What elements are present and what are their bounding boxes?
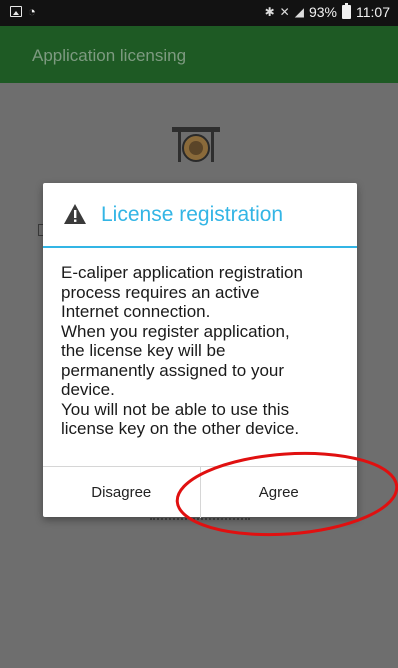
mute-icon: ✕ <box>279 5 290 19</box>
status-bar-left: ◔ <box>10 5 36 18</box>
clock: 11:07 <box>356 4 390 20</box>
status-bar: ◔ ✱ ✕ ◢ 93% 11:07 <box>0 0 398 26</box>
disagree-button[interactable]: Disagree <box>43 467 200 518</box>
message-line: You will not be able to use this <box>61 399 290 419</box>
dialog-header: License registration <box>43 183 357 248</box>
dialog-message: E-caliper application registration proce… <box>61 263 347 439</box>
message-line: When you register application, <box>61 321 290 341</box>
message-line: process requires an active <box>61 282 260 302</box>
battery-percent: 93% <box>308 4 337 20</box>
bluetooth-icon: ✱ <box>264 5 275 19</box>
signal-icon: ◢ <box>294 5 304 19</box>
status-bar-right: ✱ ✕ ◢ 93% 11:07 <box>264 3 390 20</box>
license-dialog: License registration E-caliper applicati… <box>43 183 357 518</box>
message-line: Internet connection. <box>61 302 211 321</box>
warning-icon <box>64 204 86 224</box>
message-line: the license key will be <box>61 341 226 360</box>
agree-button[interactable]: Agree <box>199 467 358 518</box>
message-line: E-caliper application registration <box>61 263 303 282</box>
wifi-icon: ◔ <box>28 4 36 19</box>
background-text <box>150 518 250 530</box>
dialog-title: License registration <box>101 203 284 226</box>
app-title: Application licensing <box>32 46 187 65</box>
message-line: license key on the other device. <box>61 419 300 438</box>
dialog-button-bar: Disagree Agree <box>43 466 357 518</box>
gallery-icon <box>10 6 22 17</box>
message-line: permanently assigned to your <box>61 360 285 380</box>
battery-icon <box>342 3 351 19</box>
message-line: device. <box>61 380 115 399</box>
screen: ◔ ✱ ✕ ◢ 93% 11:07 Application licensing <box>0 0 398 668</box>
app-logo <box>172 127 220 162</box>
app-bar: Application licensing <box>0 26 398 83</box>
